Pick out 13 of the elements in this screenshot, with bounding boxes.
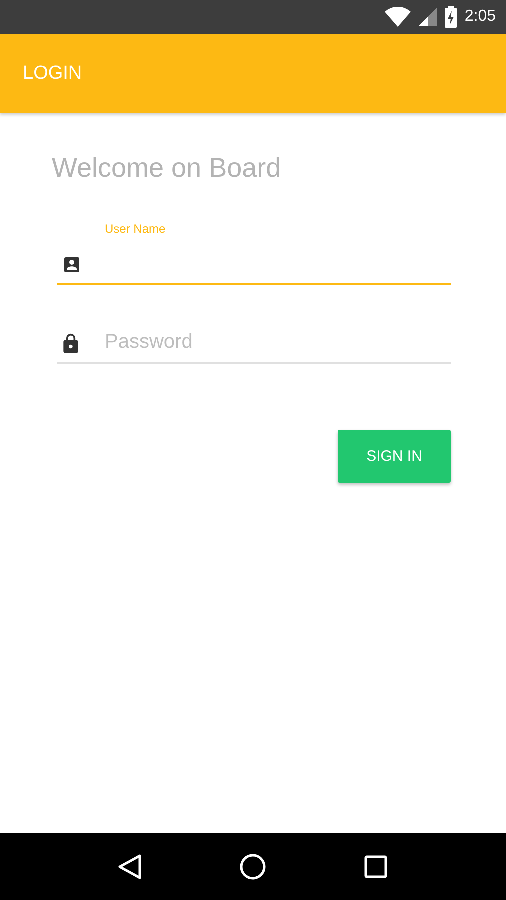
wifi-icon [384,7,411,27]
field-label: User Name [105,222,166,238]
app-bar-title: LOGIN [23,62,82,84]
home-icon[interactable] [238,852,267,880]
person-card-icon [62,254,82,274]
status-time: 2:05 [464,8,496,26]
recents-icon[interactable] [364,854,388,878]
signal-icon [418,8,437,26]
welcome-heading: Welcome on Board [52,153,282,184]
battery-icon [444,6,457,28]
back-icon[interactable] [118,854,142,880]
lock-icon [62,332,80,354]
sign-in-button[interactable]: SIGN IN [338,430,451,483]
